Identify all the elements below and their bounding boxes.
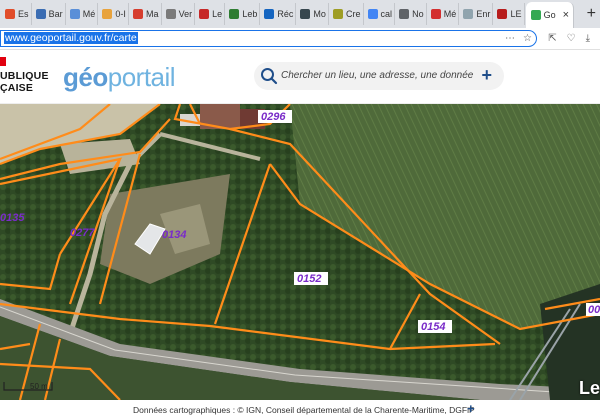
bookmark-star-icon[interactable]: ☆ [523,33,532,44]
tab-label: Go [543,10,556,20]
health-icon[interactable]: ♡ [567,33,576,44]
scale-label: 50 m [30,382,48,391]
attribution-prefix: Données cartographiques : © [133,405,244,415]
leaflet-watermark: Le [578,378,600,398]
parcel-label-0296[interactable]: 0296 [261,111,286,123]
parcel-label-0152[interactable]: 0152 [297,273,321,285]
tab-label: cal [380,9,393,19]
tab-label: Leb [242,9,258,19]
browser-tab[interactable]: Enr [460,3,494,25]
tab-label: Bar [48,9,63,19]
download-icon[interactable]: ⤓ [586,33,590,44]
search-box[interactable]: Chercher un lieu, une adresse, une donné… [254,62,504,90]
tab-label: Mé [82,9,96,19]
browser-tab[interactable]: Cre [330,3,364,25]
tab-favicon-icon [5,9,15,19]
add-button[interactable]: + [481,65,492,86]
tab-favicon-icon [367,9,378,19]
search-placeholder: Chercher un lieu, une adresse, une donné… [281,70,474,81]
tab-label: No [412,9,424,19]
browser-tab[interactable]: 0-I [99,3,129,25]
url-text: www.geoportail.gouv.fr/carte [4,32,138,44]
browser-tab[interactable]: Mo [297,3,329,25]
tab-favicon-icon [399,9,410,19]
parcel-label-0154[interactable]: 0154 [421,321,445,333]
tab-favicon-icon [133,9,143,19]
tab-label: Es [18,9,29,19]
tab-label: Le [212,9,223,19]
scale-bar: 50 m [0,378,60,394]
tab-strip: Es Bar Mé 0-I Ma Ver Le Leb Réc Mo Cre cal No Mé Enr LE… [0,0,600,28]
attribution-sources: IGN, Conseil départemental de la Charent… [246,405,475,415]
tab-favicon-icon [69,9,80,19]
browser-tab[interactable]: Go × [525,2,574,28]
tab-label: Enr [476,9,491,19]
tab-label: Mo [313,9,326,19]
search-icon[interactable] [260,67,278,85]
tab-label: Mé [443,9,457,19]
new-tab-button[interactable]: + [583,5,600,23]
browser-tab[interactable]: LE [494,3,525,25]
tab-favicon-icon [332,9,343,19]
address-bar: www.geoportail.gouv.fr/carte ⋯ ☆ ⇱ ♡ ⤓ [0,28,600,50]
browser-tab[interactable]: cal [365,3,396,25]
aerial-map[interactable]: 0296 0135 0277 0134 0152 0154 00 [0,104,600,400]
attribution-expand-button[interactable]: + [467,401,475,416]
tab-favicon-icon [430,9,441,19]
browser-tab[interactable]: Le [196,3,226,25]
browser-tab[interactable]: Bar [33,3,66,25]
parcel-label-0135[interactable]: 0135 [0,212,25,224]
tab-favicon-icon [264,9,275,19]
tab-favicon-icon [229,9,240,19]
attribution-bar: Données cartographiques : © IGN, Conseil… [0,400,600,420]
browser-tab[interactable]: Es [2,3,32,25]
tab-label: Ver [178,9,193,19]
browser-tab[interactable]: Ma [130,3,162,25]
tab-label: 0-I [115,9,126,19]
tab-favicon-icon [463,9,474,19]
tab-favicon-icon [102,9,113,19]
browser-tab[interactable]: Réc [261,3,297,25]
browser-tab[interactable]: Mé [428,3,460,25]
browser-window: Es Bar Mé 0-I Ma Ver Le Leb Réc Mo Cre cal No Mé Enr LE… [0,0,600,420]
tab-label: LE [510,9,522,19]
tab-favicon-icon [300,9,311,19]
tab-label: Cre [345,9,361,19]
close-tab-icon[interactable]: × [563,9,569,21]
tab-favicon-icon [530,10,541,20]
geoportail-logo[interactable]: géoportail [63,62,176,92]
tab-favicon-icon [35,9,46,19]
tab-favicon-icon [497,9,508,19]
parcel-label-0134[interactable]: 0134 [162,229,186,241]
parcel-label-00[interactable]: 00 [588,304,600,316]
marianne-flag-icon [0,57,6,66]
republique-francaise-logo[interactable]: UBLIQUE ÇAISE [0,70,49,94]
browser-tab[interactable]: Ver [163,3,196,25]
parcel-label-0277[interactable]: 0277 [70,227,95,239]
browser-tab[interactable]: Leb [226,3,261,25]
tab-label: Ma [146,9,159,19]
browser-tab[interactable]: Mé [67,3,99,25]
map-view[interactable]: 0296 0135 0277 0134 0152 0154 00 [0,104,600,400]
tab-favicon-icon [165,9,176,19]
more-options-icon[interactable]: ⋯ [505,33,515,44]
extensions-icon[interactable]: ⇱ [548,33,556,44]
browser-tab[interactable]: No [396,3,427,25]
tab-label: Réc [277,9,294,19]
tab-favicon-icon [199,9,210,19]
url-field[interactable]: www.geoportail.gouv.fr/carte [0,30,537,47]
